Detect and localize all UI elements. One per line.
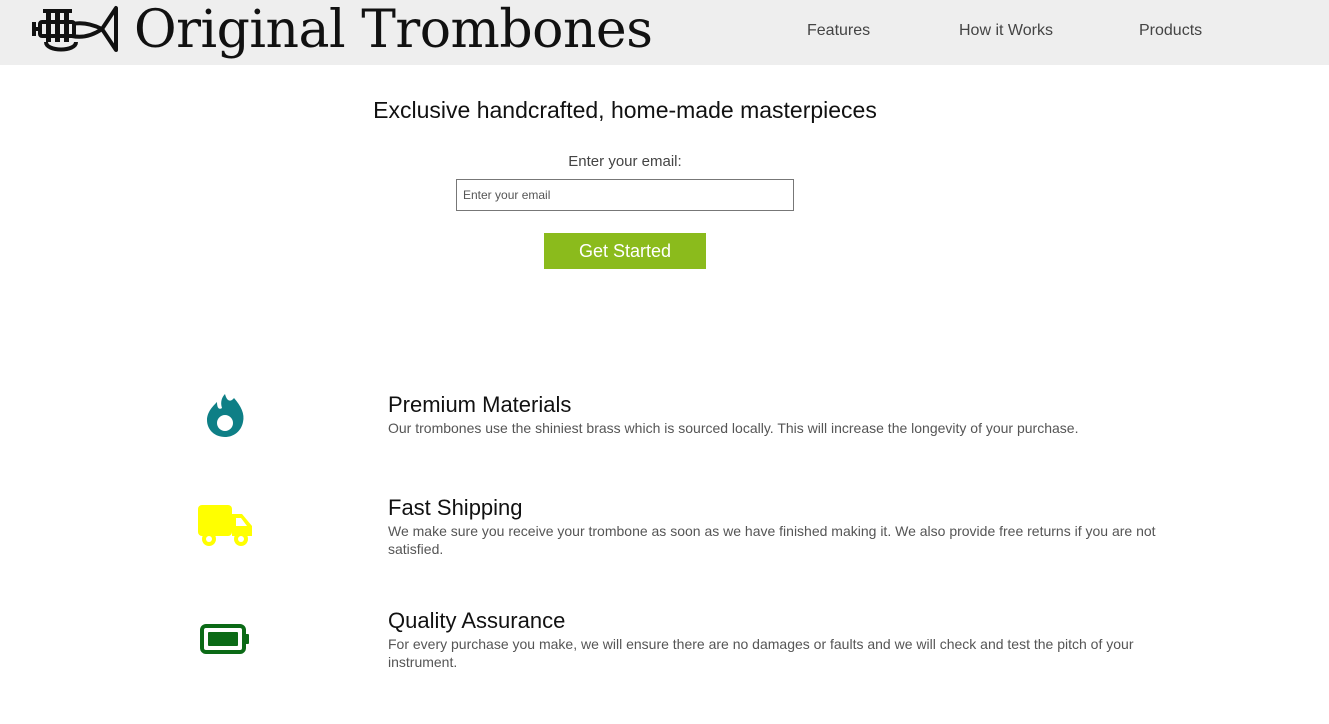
email-label: Enter your email: xyxy=(568,153,682,170)
nav-item-products[interactable]: Products xyxy=(1139,22,1202,40)
hero-title: Exclusive handcrafted, home-made masterp… xyxy=(373,97,877,123)
trumpet-icon xyxy=(32,6,118,52)
brand-name: Original Trombones xyxy=(134,0,653,60)
feature-desc-premium-materials: Our trombones use the shiniest brass whi… xyxy=(388,420,1079,436)
nav-link-features[interactable]: Features xyxy=(807,22,870,39)
nav-link-how-it-works[interactable]: How it Works xyxy=(959,22,1053,39)
feature-title-fast-shipping: Fast Shipping xyxy=(388,495,523,520)
battery-icon xyxy=(200,624,249,654)
get-started-button[interactable]: Get Started xyxy=(544,233,706,269)
feature-desc-fast-shipping: We make sure you receive your trombone a… xyxy=(388,523,1156,557)
nav-item-how-it-works[interactable]: How it Works xyxy=(959,22,1053,40)
feature-title-quality-assurance: Quality Assurance xyxy=(388,608,566,633)
truck-icon xyxy=(198,505,252,546)
nav-item-features[interactable]: Features xyxy=(807,22,870,40)
feature-desc-quality-assurance: For every purchase you make, we will ens… xyxy=(388,636,1134,670)
feature-title-premium-materials: Premium Materials xyxy=(388,392,572,417)
fire-icon xyxy=(207,394,244,437)
nav-link-products[interactable]: Products xyxy=(1139,22,1202,39)
email-input[interactable] xyxy=(456,179,794,211)
site-header: Original Trombones Features How it Works… xyxy=(0,0,1329,65)
brand-logo[interactable]: Original Trombones xyxy=(32,0,653,60)
